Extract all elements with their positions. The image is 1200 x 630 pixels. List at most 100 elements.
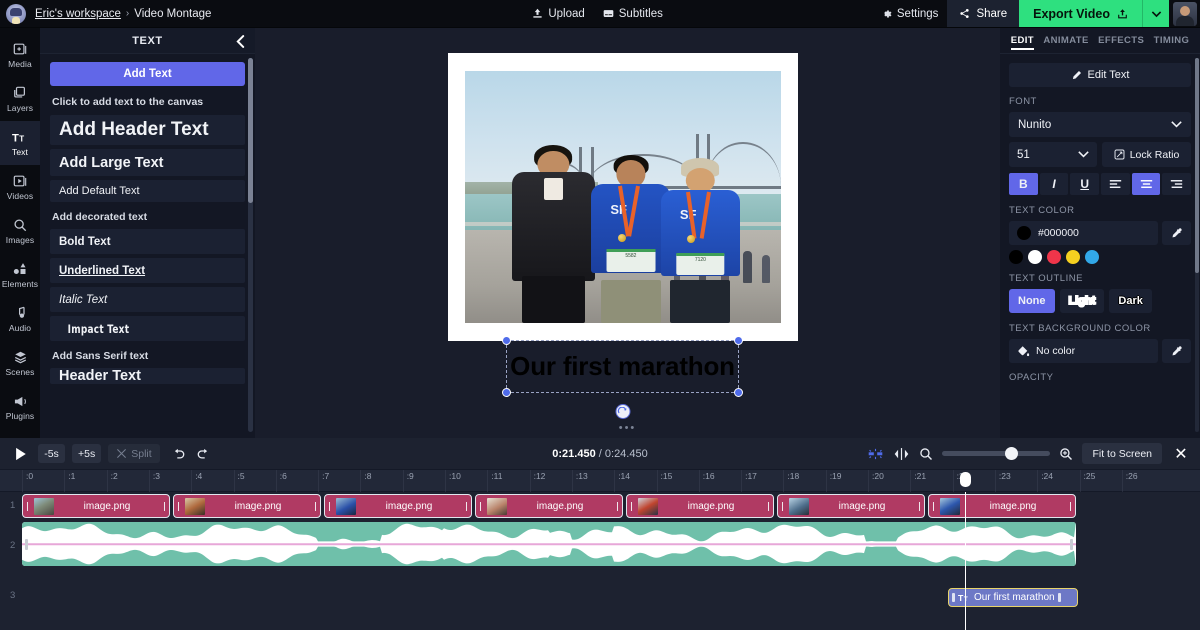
video-clip[interactable]: image.png (22, 494, 170, 518)
font-family-select[interactable]: Nunito (1009, 112, 1191, 137)
breadcrumb-workspace[interactable]: Eric's workspace (35, 8, 121, 20)
magnet-snap-button[interactable] (867, 447, 884, 461)
text-clip-handle-left[interactable] (952, 593, 955, 602)
settings-button[interactable]: Settings (872, 0, 948, 28)
zoom-slider[interactable] (942, 447, 1051, 460)
text-bg-color-value-box[interactable]: No color (1009, 339, 1158, 363)
text-clip[interactable]: TT Our first marathon (948, 588, 1078, 607)
swatch-black[interactable] (1009, 250, 1023, 264)
align-left-button[interactable] (1101, 173, 1130, 195)
clip-handle-right[interactable] (915, 495, 924, 517)
playhead[interactable] (960, 472, 971, 630)
text-bg-eyedropper[interactable] (1162, 339, 1191, 363)
clip-handle-left[interactable] (174, 495, 183, 517)
swatch-blue[interactable] (1085, 250, 1099, 264)
add-sans-header-item[interactable]: Header Text (50, 368, 245, 384)
clip-handle-left[interactable] (476, 495, 485, 517)
resize-handle-bottom-right[interactable] (734, 388, 743, 397)
play-button[interactable] (9, 443, 31, 465)
clip-handle-left[interactable] (778, 495, 787, 517)
text-clip-handle-right[interactable] (1057, 593, 1061, 602)
canvas-photo[interactable]: SF 5582 SF 7120 (465, 71, 781, 323)
video-clip[interactable]: image.png (173, 494, 321, 518)
zoom-in-button[interactable] (1059, 447, 1073, 461)
sidebar-item-media[interactable]: Media (0, 33, 40, 77)
video-canvas[interactable]: SF 5582 SF 7120 Our first marathon (448, 53, 798, 419)
split-button[interactable]: Split (108, 444, 160, 463)
clip-handle-left[interactable] (325, 495, 334, 517)
video-clip[interactable]: image.png (626, 494, 774, 518)
resize-handle-top-left[interactable] (502, 336, 511, 345)
user-avatar[interactable] (1173, 1, 1197, 26)
clip-handle-right[interactable] (613, 495, 622, 517)
align-right-button[interactable] (1162, 173, 1192, 195)
text-panel-scrollbar[interactable] (248, 58, 253, 432)
sidebar-item-videos[interactable]: Videos (0, 165, 40, 209)
share-button[interactable]: Share (947, 0, 1020, 27)
clip-handle-right[interactable] (462, 495, 471, 517)
sidebar-item-images[interactable]: Images (0, 209, 40, 253)
rotate-handle[interactable] (615, 404, 630, 419)
sidebar-item-layers[interactable]: Layers (0, 77, 40, 121)
video-clip[interactable]: image.png (777, 494, 925, 518)
clip-handle-left[interactable] (23, 495, 32, 517)
export-video-button[interactable]: Export Video (1019, 0, 1142, 27)
forward-5s-button[interactable]: +5s (72, 444, 102, 463)
stage-overflow-dots[interactable]: ••• (619, 422, 637, 434)
text-color-eyedropper[interactable] (1162, 221, 1191, 245)
swatch-yellow[interactable] (1066, 250, 1080, 264)
font-size-select[interactable]: 51 (1009, 142, 1097, 167)
video-clip[interactable]: image.png (475, 494, 623, 518)
sidebar-item-scenes[interactable]: Scenes (0, 341, 40, 385)
sidebar-item-audio[interactable]: Audio (0, 297, 40, 341)
add-impact-text-item[interactable]: Impact Text (50, 316, 245, 341)
canvas-text-object[interactable]: Our first marathon (502, 336, 743, 419)
tab-timing[interactable]: TIMING (1154, 35, 1190, 50)
sidebar-item-plugins[interactable]: Plugins (0, 385, 40, 429)
align-center-button[interactable] (1131, 173, 1161, 195)
zoom-slider-knob[interactable] (1005, 447, 1019, 460)
redo-button[interactable] (196, 448, 210, 460)
add-bold-text-item[interactable]: Bold Text (50, 229, 245, 254)
timeline-ruler[interactable]: :0:1:2:3:4:5:6:7:8:9:10:11:12:13:14:15:1… (0, 470, 1200, 492)
add-italic-text-item[interactable]: Italic Text (50, 287, 245, 312)
outline-none-button[interactable]: None (1009, 289, 1055, 313)
breadcrumb-project[interactable]: Video Montage (134, 8, 211, 20)
sidebar-item-elements[interactable]: Elements (0, 253, 40, 297)
add-header-text-item[interactable]: Add Header Text (50, 115, 245, 145)
subtitles-button[interactable]: Subtitles (594, 0, 672, 28)
properties-scrollbar[interactable] (1195, 58, 1199, 432)
audio-clip[interactable] (22, 522, 1076, 566)
add-large-text-item[interactable]: Add Large Text (50, 149, 245, 176)
outline-light-button[interactable]: Light (1059, 289, 1105, 313)
back-5s-button[interactable]: -5s (38, 444, 65, 463)
outline-dark-button[interactable]: Dark (1109, 289, 1152, 313)
split-at-playhead-button[interactable] (893, 447, 910, 461)
clip-handle-left[interactable] (627, 495, 636, 517)
resize-handle-top-right[interactable] (734, 336, 743, 345)
clip-handle-right[interactable] (764, 495, 773, 517)
add-default-text-item[interactable]: Add Default Text (50, 180, 245, 202)
edit-text-button[interactable]: Edit Text (1009, 63, 1191, 87)
playhead-knob[interactable] (960, 472, 971, 487)
upload-button[interactable]: Upload (523, 0, 593, 28)
clip-handle-right[interactable] (311, 495, 320, 517)
resize-handle-bottom-left[interactable] (502, 388, 511, 397)
tab-edit[interactable]: EDIT (1010, 35, 1035, 50)
close-timeline-button[interactable]: ✕ (1171, 444, 1191, 464)
underline-button[interactable]: U (1070, 173, 1100, 195)
fit-to-screen-button[interactable]: Fit to Screen (1082, 443, 1162, 464)
bold-button[interactable]: B (1009, 173, 1038, 195)
text-color-value-box[interactable]: #000000 (1009, 221, 1158, 245)
italic-button[interactable]: I (1039, 173, 1069, 195)
lock-ratio-button[interactable]: Lock Ratio (1102, 142, 1191, 167)
swatch-white[interactable] (1028, 250, 1042, 264)
properties-scroll-thumb[interactable] (1195, 58, 1199, 273)
audio-clip-handle-right[interactable] (1070, 539, 1073, 550)
swatch-red[interactable] (1047, 250, 1061, 264)
tab-animate[interactable]: ANIMATE (1043, 35, 1088, 50)
clip-handle-right[interactable] (1066, 495, 1075, 517)
zoom-out-button[interactable] (919, 447, 933, 461)
video-clip[interactable]: image.png (928, 494, 1076, 518)
add-underlined-text-item[interactable]: Underlined Text (50, 258, 245, 283)
